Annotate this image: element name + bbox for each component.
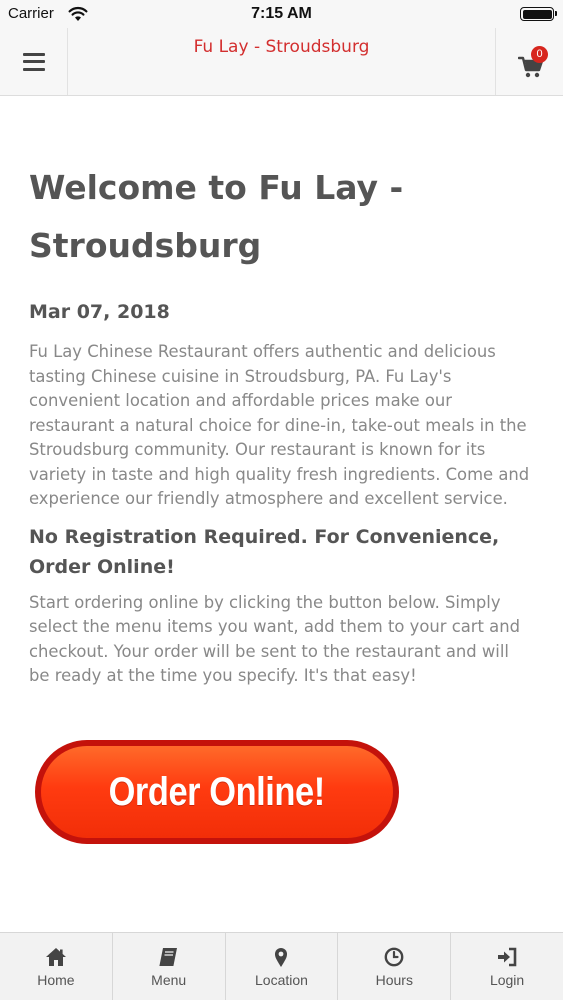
post-date: Mar 07, 2018	[29, 301, 170, 323]
tab-home-label: Home	[37, 972, 75, 988]
status-bar: Carrier 7:15 AM	[0, 0, 563, 28]
tab-location-label: Location	[255, 972, 308, 988]
order-instructions: Start ordering online by clicking the bu…	[29, 592, 520, 686]
cart-count-badge: 0	[531, 46, 548, 63]
bottom-tab-bar: Home Menu Location Hours Login	[0, 932, 563, 1000]
map-marker-icon	[275, 948, 288, 967]
order-subheading: No Registration Required. For Convenienc…	[29, 525, 500, 578]
tab-location[interactable]: Location	[226, 933, 339, 1000]
status-time: 7:15 AM	[251, 5, 312, 22]
tab-hours[interactable]: Hours	[338, 933, 452, 1000]
welcome-title: Welcome to Fu Lay - Stroudsburg	[29, 168, 404, 265]
tab-login[interactable]: Login	[451, 933, 563, 1000]
tab-menu[interactable]: Menu	[113, 933, 226, 1000]
menu-button[interactable]	[0, 28, 68, 95]
login-icon	[498, 947, 517, 967]
header-title: Fu Lay - Stroudsburg	[193, 37, 370, 57]
battery-icon	[520, 7, 557, 21]
restaurant-description: Fu Lay Chinese Restaurant offers authent…	[29, 342, 530, 508]
tab-menu-label: Menu	[151, 972, 187, 988]
app-header: Fu Lay - Stroudsburg 0	[0, 28, 563, 96]
tab-hours-label: Hours	[375, 972, 413, 988]
clock-icon	[384, 947, 404, 967]
order-online-button-label: Order Online!	[108, 769, 326, 814]
cart-button[interactable]: 0	[495, 28, 563, 95]
order-online-button-face: Order Online!	[41, 746, 393, 838]
hamburger-icon	[22, 52, 45, 71]
home-icon	[45, 948, 66, 966]
tab-home[interactable]: Home	[0, 933, 113, 1000]
main-content: Welcome to Fu Lay - Stroudsburg Mar 07, …	[29, 96, 534, 689]
book-icon	[159, 948, 177, 966]
order-online-button[interactable]: Order Online!	[35, 740, 399, 844]
tab-login-label: Login	[489, 972, 525, 988]
